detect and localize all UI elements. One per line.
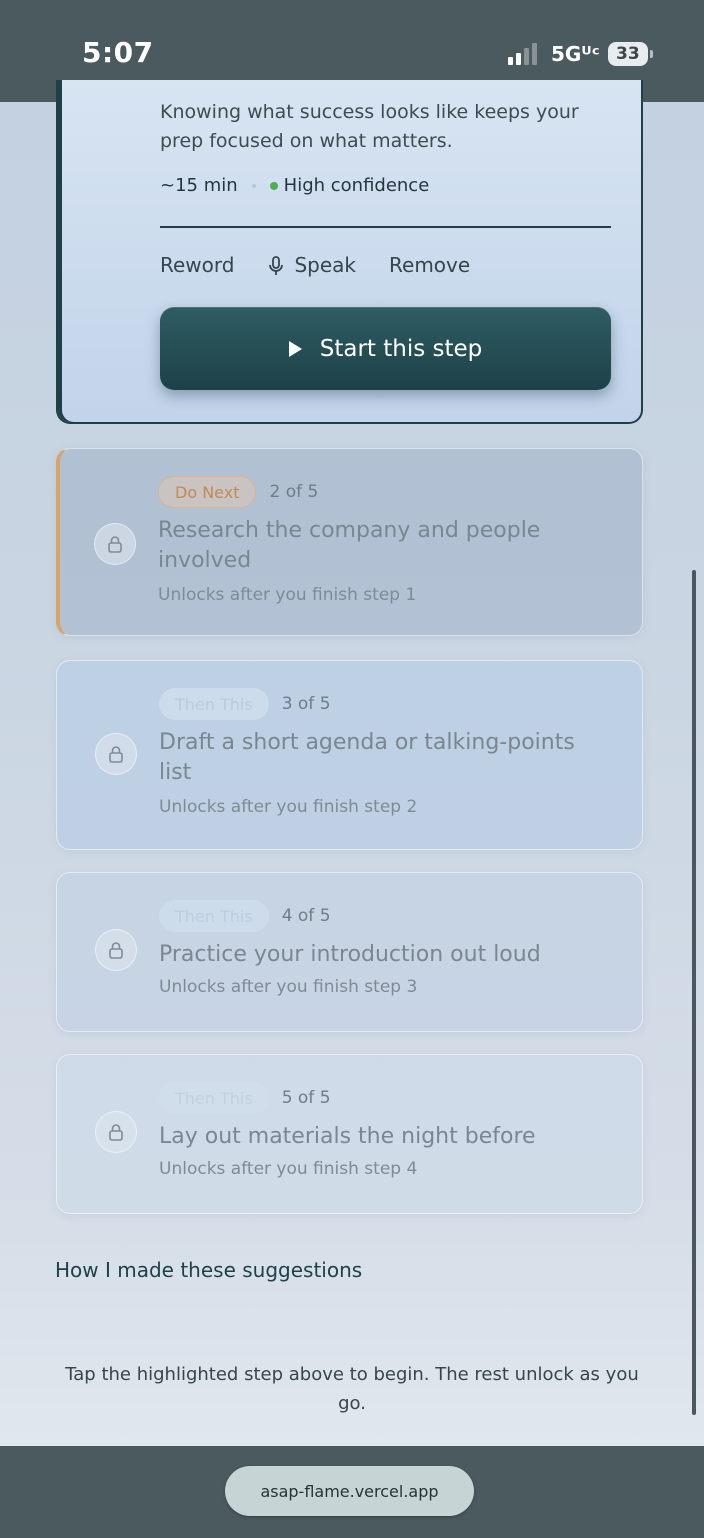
- remove-button[interactable]: Remove: [389, 253, 470, 277]
- url-text: asap-flame.vercel.app: [260, 1481, 439, 1501]
- then-this-badge: Then This: [159, 1082, 269, 1114]
- step-position: 3 of 5: [281, 694, 331, 714]
- suggestions-link[interactable]: How I made these suggestions: [55, 1258, 362, 1282]
- reword-button[interactable]: Reword: [160, 253, 234, 277]
- then-this-badge: Then This: [159, 900, 269, 932]
- do-next-badge: Do Next: [158, 476, 257, 508]
- status-indicators: 5Gᵁᶜ 33: [508, 38, 653, 70]
- scrollbar[interactable]: [692, 570, 696, 1415]
- play-icon: [288, 340, 302, 357]
- status-time: 5:07: [82, 36, 154, 69]
- active-step-description: Knowing what success looks like keeps yo…: [160, 101, 579, 152]
- network-label: 5Gᵁᶜ: [551, 42, 600, 66]
- step-position: 5 of 5: [281, 1088, 331, 1108]
- confidence-label: High confidence: [283, 175, 430, 196]
- url-bar[interactable]: asap-flame.vercel.app: [225, 1466, 474, 1516]
- active-step-card: Knowing what success looks like keeps yo…: [56, 80, 643, 424]
- step-actions: Reword Speak Remove: [160, 253, 470, 277]
- mic-icon[interactable]: [269, 256, 284, 275]
- separator-dot: [251, 183, 256, 188]
- divider: [160, 226, 611, 228]
- step-title: Lay out materials the night before: [159, 1124, 536, 1149]
- step-subtitle: Unlocks after you finish step 3: [159, 977, 418, 997]
- step-position: 2 of 5: [269, 482, 319, 502]
- speak-button[interactable]: Speak: [294, 253, 356, 277]
- start-step-button[interactable]: Start this step: [160, 307, 611, 390]
- step-subtitle: Unlocks after you finish step 1: [158, 585, 417, 605]
- step-position: 4 of 5: [281, 906, 331, 926]
- step-subtitle: Unlocks after you finish step 4: [159, 1159, 418, 1179]
- step-badge-row: Then This 5 of 5: [159, 1082, 331, 1114]
- step-subtitle: Unlocks after you finish step 2: [159, 797, 418, 817]
- confidence-dot-icon: [269, 181, 278, 190]
- lock-icon: [95, 929, 137, 971]
- browser-bottom-bar: asap-flame.vercel.app: [0, 1446, 704, 1538]
- duration-label: ~15 min: [160, 175, 238, 196]
- step-title: Draft a short agenda or talking-points l…: [159, 730, 575, 785]
- then-this-badge: Then This: [159, 688, 269, 720]
- step-title: Practice your introduction out loud: [159, 942, 541, 967]
- step-badge-row: Then This 3 of 5: [159, 688, 331, 720]
- step-badge-row: Then This 4 of 5: [159, 900, 331, 932]
- active-step-meta: ~15 min High confidence: [160, 175, 429, 196]
- start-step-label: Start this step: [319, 335, 483, 362]
- step-card-3[interactable]: Then This 3 of 5 Draft a short agenda or…: [56, 660, 643, 850]
- footer-note: Tap the highlighted step above to begin.…: [65, 1364, 639, 1414]
- lock-icon: [94, 523, 136, 565]
- step-card-4[interactable]: Then This 4 of 5 Practice your introduct…: [56, 872, 643, 1032]
- step-card-2[interactable]: Do Next 2 of 5 Research the company and …: [56, 448, 643, 636]
- lock-icon: [95, 1111, 137, 1153]
- step-badge-row: Do Next 2 of 5: [158, 476, 318, 508]
- battery-level: 33: [615, 44, 640, 64]
- step-card-5[interactable]: Then This 5 of 5 Lay out materials the n…: [56, 1054, 643, 1214]
- step-title: Research the company and people involved: [158, 518, 541, 573]
- battery-icon: 33: [607, 42, 653, 66]
- signal-icon: [508, 43, 537, 65]
- lock-icon: [95, 733, 137, 775]
